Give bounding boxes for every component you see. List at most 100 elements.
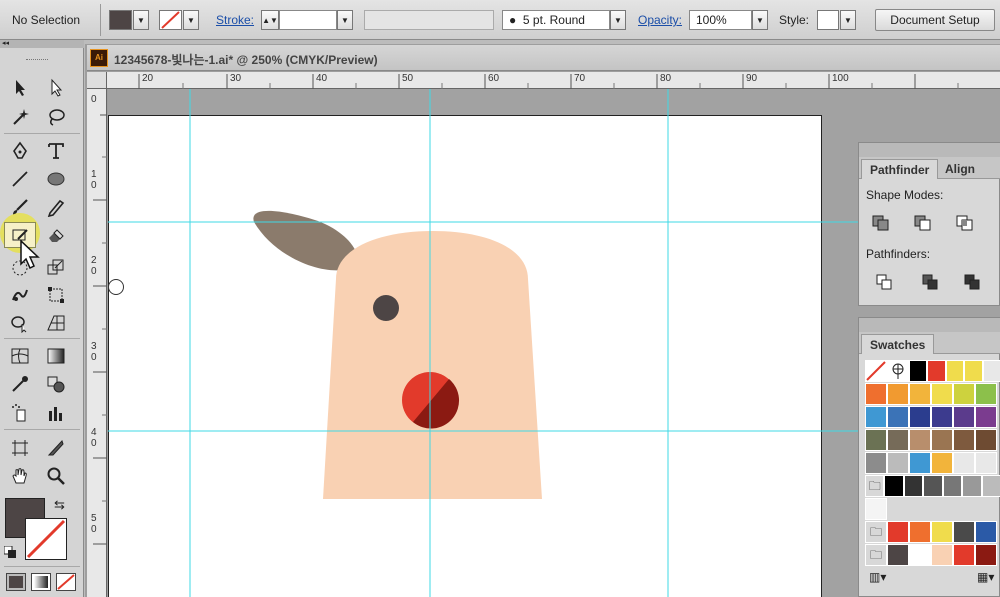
swatch[interactable] bbox=[909, 383, 931, 405]
panel-header[interactable] bbox=[859, 318, 1000, 332]
shape-builder-tool-icon[interactable] bbox=[4, 310, 36, 336]
swatch[interactable] bbox=[884, 475, 904, 497]
brush-dropdown[interactable]: ▼ bbox=[610, 10, 626, 30]
swatch[interactable] bbox=[909, 521, 931, 543]
default-colors-icon[interactable] bbox=[3, 545, 16, 558]
eyedropper-tool-icon[interactable] bbox=[4, 371, 36, 397]
swatch[interactable] bbox=[865, 498, 887, 520]
swatch[interactable] bbox=[953, 452, 975, 474]
swatch[interactable] bbox=[975, 521, 997, 543]
tab-align[interactable]: Align bbox=[937, 159, 983, 179]
swatch[interactable] bbox=[953, 521, 975, 543]
swatch[interactable] bbox=[931, 544, 953, 566]
swatch[interactable] bbox=[975, 383, 997, 405]
minus-front-icon[interactable] bbox=[913, 214, 933, 235]
swatch[interactable] bbox=[942, 475, 963, 497]
line-tool-icon[interactable] bbox=[4, 166, 36, 192]
stroke-swatch[interactable] bbox=[159, 10, 182, 30]
fill-swatch[interactable] bbox=[109, 10, 132, 30]
style-swatch[interactable] bbox=[817, 10, 839, 30]
swatch-libraries-icon[interactable]: ▥▾ bbox=[869, 570, 886, 584]
fill-dropdown[interactable]: ▼ bbox=[133, 10, 149, 30]
merge-icon[interactable] bbox=[963, 273, 983, 294]
swatch[interactable] bbox=[962, 475, 982, 497]
dog-nose[interactable] bbox=[402, 372, 460, 429]
pen-tool-icon[interactable] bbox=[4, 138, 36, 164]
swatch[interactable] bbox=[945, 360, 965, 382]
swatch[interactable] bbox=[931, 521, 953, 543]
swatch[interactable] bbox=[909, 360, 928, 382]
swatch[interactable] bbox=[865, 452, 887, 474]
swatch[interactable] bbox=[931, 429, 953, 451]
swatch-group-folder-icon[interactable]: 🗀 bbox=[865, 521, 887, 543]
swatch[interactable] bbox=[931, 383, 953, 405]
direct-selection-tool-icon[interactable] bbox=[40, 75, 72, 101]
scale-tool-icon[interactable] bbox=[40, 254, 72, 280]
ruler-origin[interactable] bbox=[87, 72, 107, 89]
swatch[interactable] bbox=[865, 406, 887, 428]
toolbox-collapse-icon[interactable]: ◂◂ bbox=[0, 40, 84, 48]
swatch[interactable] bbox=[903, 475, 924, 497]
perspective-grid-tool-icon[interactable] bbox=[40, 310, 72, 336]
swatch[interactable] bbox=[923, 475, 943, 497]
brush-definition[interactable]: ● 5 pt. Round bbox=[502, 10, 610, 30]
stroke-color-box[interactable] bbox=[25, 518, 67, 560]
swatch[interactable] bbox=[927, 360, 946, 382]
magic-wand-tool-icon[interactable] bbox=[4, 104, 36, 130]
divide-icon[interactable] bbox=[875, 273, 895, 294]
mesh-tool-icon[interactable] bbox=[4, 343, 36, 369]
swatch[interactable] bbox=[887, 544, 909, 566]
swatch[interactable] bbox=[975, 452, 997, 474]
swatch[interactable] bbox=[953, 383, 975, 405]
swatch-registration[interactable] bbox=[887, 360, 909, 382]
swatch[interactable] bbox=[887, 429, 909, 451]
swatch[interactable] bbox=[975, 544, 997, 566]
horizontal-ruler[interactable]: 20 30 40 50 60 70 80 90 100 bbox=[87, 72, 1000, 89]
type-tool-icon[interactable] bbox=[40, 138, 72, 164]
tab-pathfinder[interactable]: Pathfinder bbox=[861, 159, 939, 179]
none-mode-button[interactable] bbox=[56, 573, 76, 591]
lasso-tool-icon[interactable] bbox=[40, 104, 72, 130]
swatch[interactable] bbox=[931, 452, 953, 474]
swatch[interactable] bbox=[982, 360, 1000, 382]
swatch-group-folder-icon[interactable]: 🗀 bbox=[865, 475, 885, 497]
rotate-tool-icon[interactable] bbox=[4, 254, 36, 280]
stroke-weight-input[interactable] bbox=[279, 10, 337, 30]
opacity-label[interactable]: Opacity: bbox=[638, 13, 682, 27]
stroke-label[interactable]: Stroke: bbox=[216, 13, 254, 27]
tab-swatches[interactable]: Swatches bbox=[861, 334, 935, 354]
vertical-ruler[interactable]: 0 1 0 2 0 3 0 4 0 5 0 bbox=[87, 89, 107, 597]
symbol-sprayer-tool-icon[interactable] bbox=[4, 400, 36, 426]
document-setup-button[interactable]: Document Setup bbox=[875, 9, 995, 31]
swatch-group-folder-icon[interactable]: 🗀 bbox=[865, 544, 887, 566]
blend-tool-icon[interactable] bbox=[40, 371, 72, 397]
swatch[interactable] bbox=[981, 475, 1000, 497]
anchor-point-handle[interactable] bbox=[108, 279, 124, 295]
swatch[interactable] bbox=[887, 521, 909, 543]
show-kinds-icon[interactable]: ▦▾ bbox=[977, 570, 994, 584]
color-mode-button[interactable] bbox=[6, 573, 26, 591]
swatch[interactable] bbox=[865, 383, 887, 405]
stroke-weight-dropdown[interactable]: ▼ bbox=[337, 10, 353, 30]
gradient-mode-button[interactable] bbox=[31, 573, 51, 591]
swatch[interactable] bbox=[909, 429, 931, 451]
swatch[interactable] bbox=[953, 406, 975, 428]
selection-tool-icon[interactable] bbox=[4, 75, 36, 101]
swatch[interactable] bbox=[931, 406, 953, 428]
unite-icon[interactable] bbox=[871, 214, 891, 235]
slice-tool-icon[interactable] bbox=[40, 435, 72, 461]
intersect-icon[interactable] bbox=[955, 214, 975, 235]
hand-tool-icon[interactable] bbox=[4, 463, 36, 489]
panel-header[interactable] bbox=[859, 143, 1000, 157]
ellipse-tool-icon[interactable] bbox=[40, 166, 72, 192]
stroke-dropdown[interactable]: ▼ bbox=[183, 10, 199, 30]
swatch[interactable] bbox=[887, 452, 909, 474]
variable-width-profile[interactable] bbox=[364, 10, 494, 30]
toolbox-grip[interactable] bbox=[26, 59, 48, 61]
swatch[interactable] bbox=[887, 406, 909, 428]
swatch[interactable] bbox=[909, 452, 931, 474]
swatch[interactable] bbox=[909, 406, 931, 428]
pencil-tool-icon[interactable] bbox=[40, 194, 72, 220]
opacity-input[interactable]: 100% bbox=[689, 10, 752, 30]
column-graph-tool-icon[interactable] bbox=[40, 400, 72, 426]
